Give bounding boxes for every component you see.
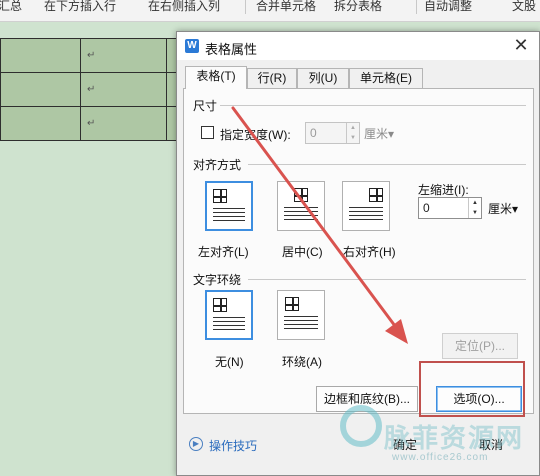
watermark-url: www.office26.com	[392, 452, 489, 463]
ribbon-split-table-button[interactable]: 拆分表格	[334, 0, 396, 12]
text-lines-icon	[213, 208, 245, 224]
spin-down-icon[interactable]: ▼	[469, 208, 481, 218]
table-cell[interactable]	[0, 106, 81, 141]
tab-row[interactable]: 行(R)	[247, 68, 297, 88]
paragraph-mark: ↵	[87, 118, 96, 129]
ribbon-insert-row-below-button[interactable]: 在下方插入行	[44, 0, 136, 12]
table-cell[interactable]: ↵	[80, 106, 167, 141]
left-indent-spinner[interactable]: 0 ▲ ▼	[418, 197, 482, 219]
specify-width-label: 指定宽度(W):	[220, 128, 291, 142]
paragraph-mark: ↵	[87, 84, 96, 95]
align-right-option[interactable]	[342, 181, 390, 231]
table-row: ↵	[0, 106, 187, 141]
size-section-label: 尺寸	[193, 99, 218, 113]
help-link-label: 操作技巧	[209, 439, 258, 453]
watermark-logo-icon	[340, 405, 382, 447]
ribbon-insert-col-right-button[interactable]: 在右侧插入列	[148, 0, 240, 12]
wrap-none-option[interactable]	[205, 290, 253, 340]
highlight-box	[419, 361, 525, 417]
ribbon-merge-cells-button[interactable]: 合并单元格	[256, 0, 324, 12]
dialog-titlebar[interactable]: W 表格属性 ✕	[177, 32, 539, 60]
width-unit-dropdown[interactable]: 厘米▾	[364, 125, 394, 142]
tab-table[interactable]: 表格(T)	[185, 66, 247, 89]
text-lines-icon	[284, 316, 318, 332]
spinner-arrows: ▲ ▼	[346, 123, 359, 143]
align-left-label: 左对齐(L)	[198, 245, 249, 259]
wrap-around-label: 环绕(A)	[282, 355, 322, 369]
ribbon-separator	[245, 0, 246, 14]
text-wrap-section-label: 文字环绕	[193, 273, 242, 287]
spin-up-icon[interactable]: ▲	[469, 198, 481, 208]
ribbon-separator	[416, 0, 417, 14]
wrap-none-label: 无(N)	[215, 355, 244, 369]
dialog-title: 表格属性	[205, 42, 258, 57]
table-cell[interactable]	[0, 72, 81, 107]
align-right-label: 右对齐(H)	[343, 245, 396, 259]
left-indent-label: 左缩进(I):	[418, 183, 469, 197]
watermark-text: 脉菲资源网	[384, 423, 525, 453]
table-row: ↵	[0, 72, 187, 107]
specify-width-checkbox[interactable]	[201, 126, 214, 139]
table-cell[interactable]: ↵	[80, 72, 167, 107]
table-row: ↵	[0, 38, 187, 73]
width-value: 0	[310, 126, 317, 140]
text-lines-icon	[213, 317, 245, 333]
spin-down-icon[interactable]: ▼	[347, 133, 359, 143]
text-lines-icon	[284, 207, 318, 223]
play-icon: ▶	[189, 437, 203, 451]
close-icon[interactable]: ✕	[511, 35, 531, 55]
section-divider	[248, 164, 526, 165]
ribbon-more-button[interactable]: 文股	[512, 0, 540, 12]
wps-writer-icon: W	[185, 39, 199, 53]
section-divider	[220, 105, 526, 106]
table-grid-icon	[213, 189, 227, 203]
ribbon-summary-button[interactable]: 汇总	[0, 0, 32, 12]
table-grid-icon	[369, 188, 383, 202]
spin-up-icon[interactable]: ▲	[347, 123, 359, 133]
section-divider	[248, 279, 526, 280]
ribbon-autofit-button[interactable]: 自动调整	[424, 0, 498, 12]
left-indent-value: 0	[423, 201, 430, 215]
width-spinner[interactable]: 0 ▲ ▼	[305, 122, 360, 144]
tab-column[interactable]: 列(U)	[297, 68, 349, 88]
wrap-around-option[interactable]	[277, 290, 325, 340]
align-left-option[interactable]	[205, 181, 253, 231]
document-table[interactable]: ↵ ↵ ↵	[0, 38, 187, 141]
position-button[interactable]: 定位(P)...	[442, 333, 518, 359]
text-lines-icon	[349, 207, 383, 223]
table-grid-icon	[285, 297, 299, 311]
alignment-section-label: 对齐方式	[193, 158, 242, 172]
table-cell[interactable]	[0, 38, 81, 73]
table-grid-icon	[294, 188, 308, 202]
paragraph-mark: ↵	[87, 50, 96, 61]
table-grid-icon	[213, 298, 227, 312]
table-cell[interactable]: ↵	[80, 38, 167, 73]
align-center-option[interactable]	[277, 181, 325, 231]
align-center-label: 居中(C)	[282, 245, 323, 259]
indent-unit-dropdown[interactable]: 厘米▾	[488, 200, 518, 217]
ribbon-toolbar: 汇总 在下方插入行 在右侧插入列 合并单元格 拆分表格 自动调整 文股	[0, 0, 540, 22]
tab-cell[interactable]: 单元格(E)	[349, 68, 423, 88]
spinner-arrows: ▲ ▼	[468, 198, 481, 218]
